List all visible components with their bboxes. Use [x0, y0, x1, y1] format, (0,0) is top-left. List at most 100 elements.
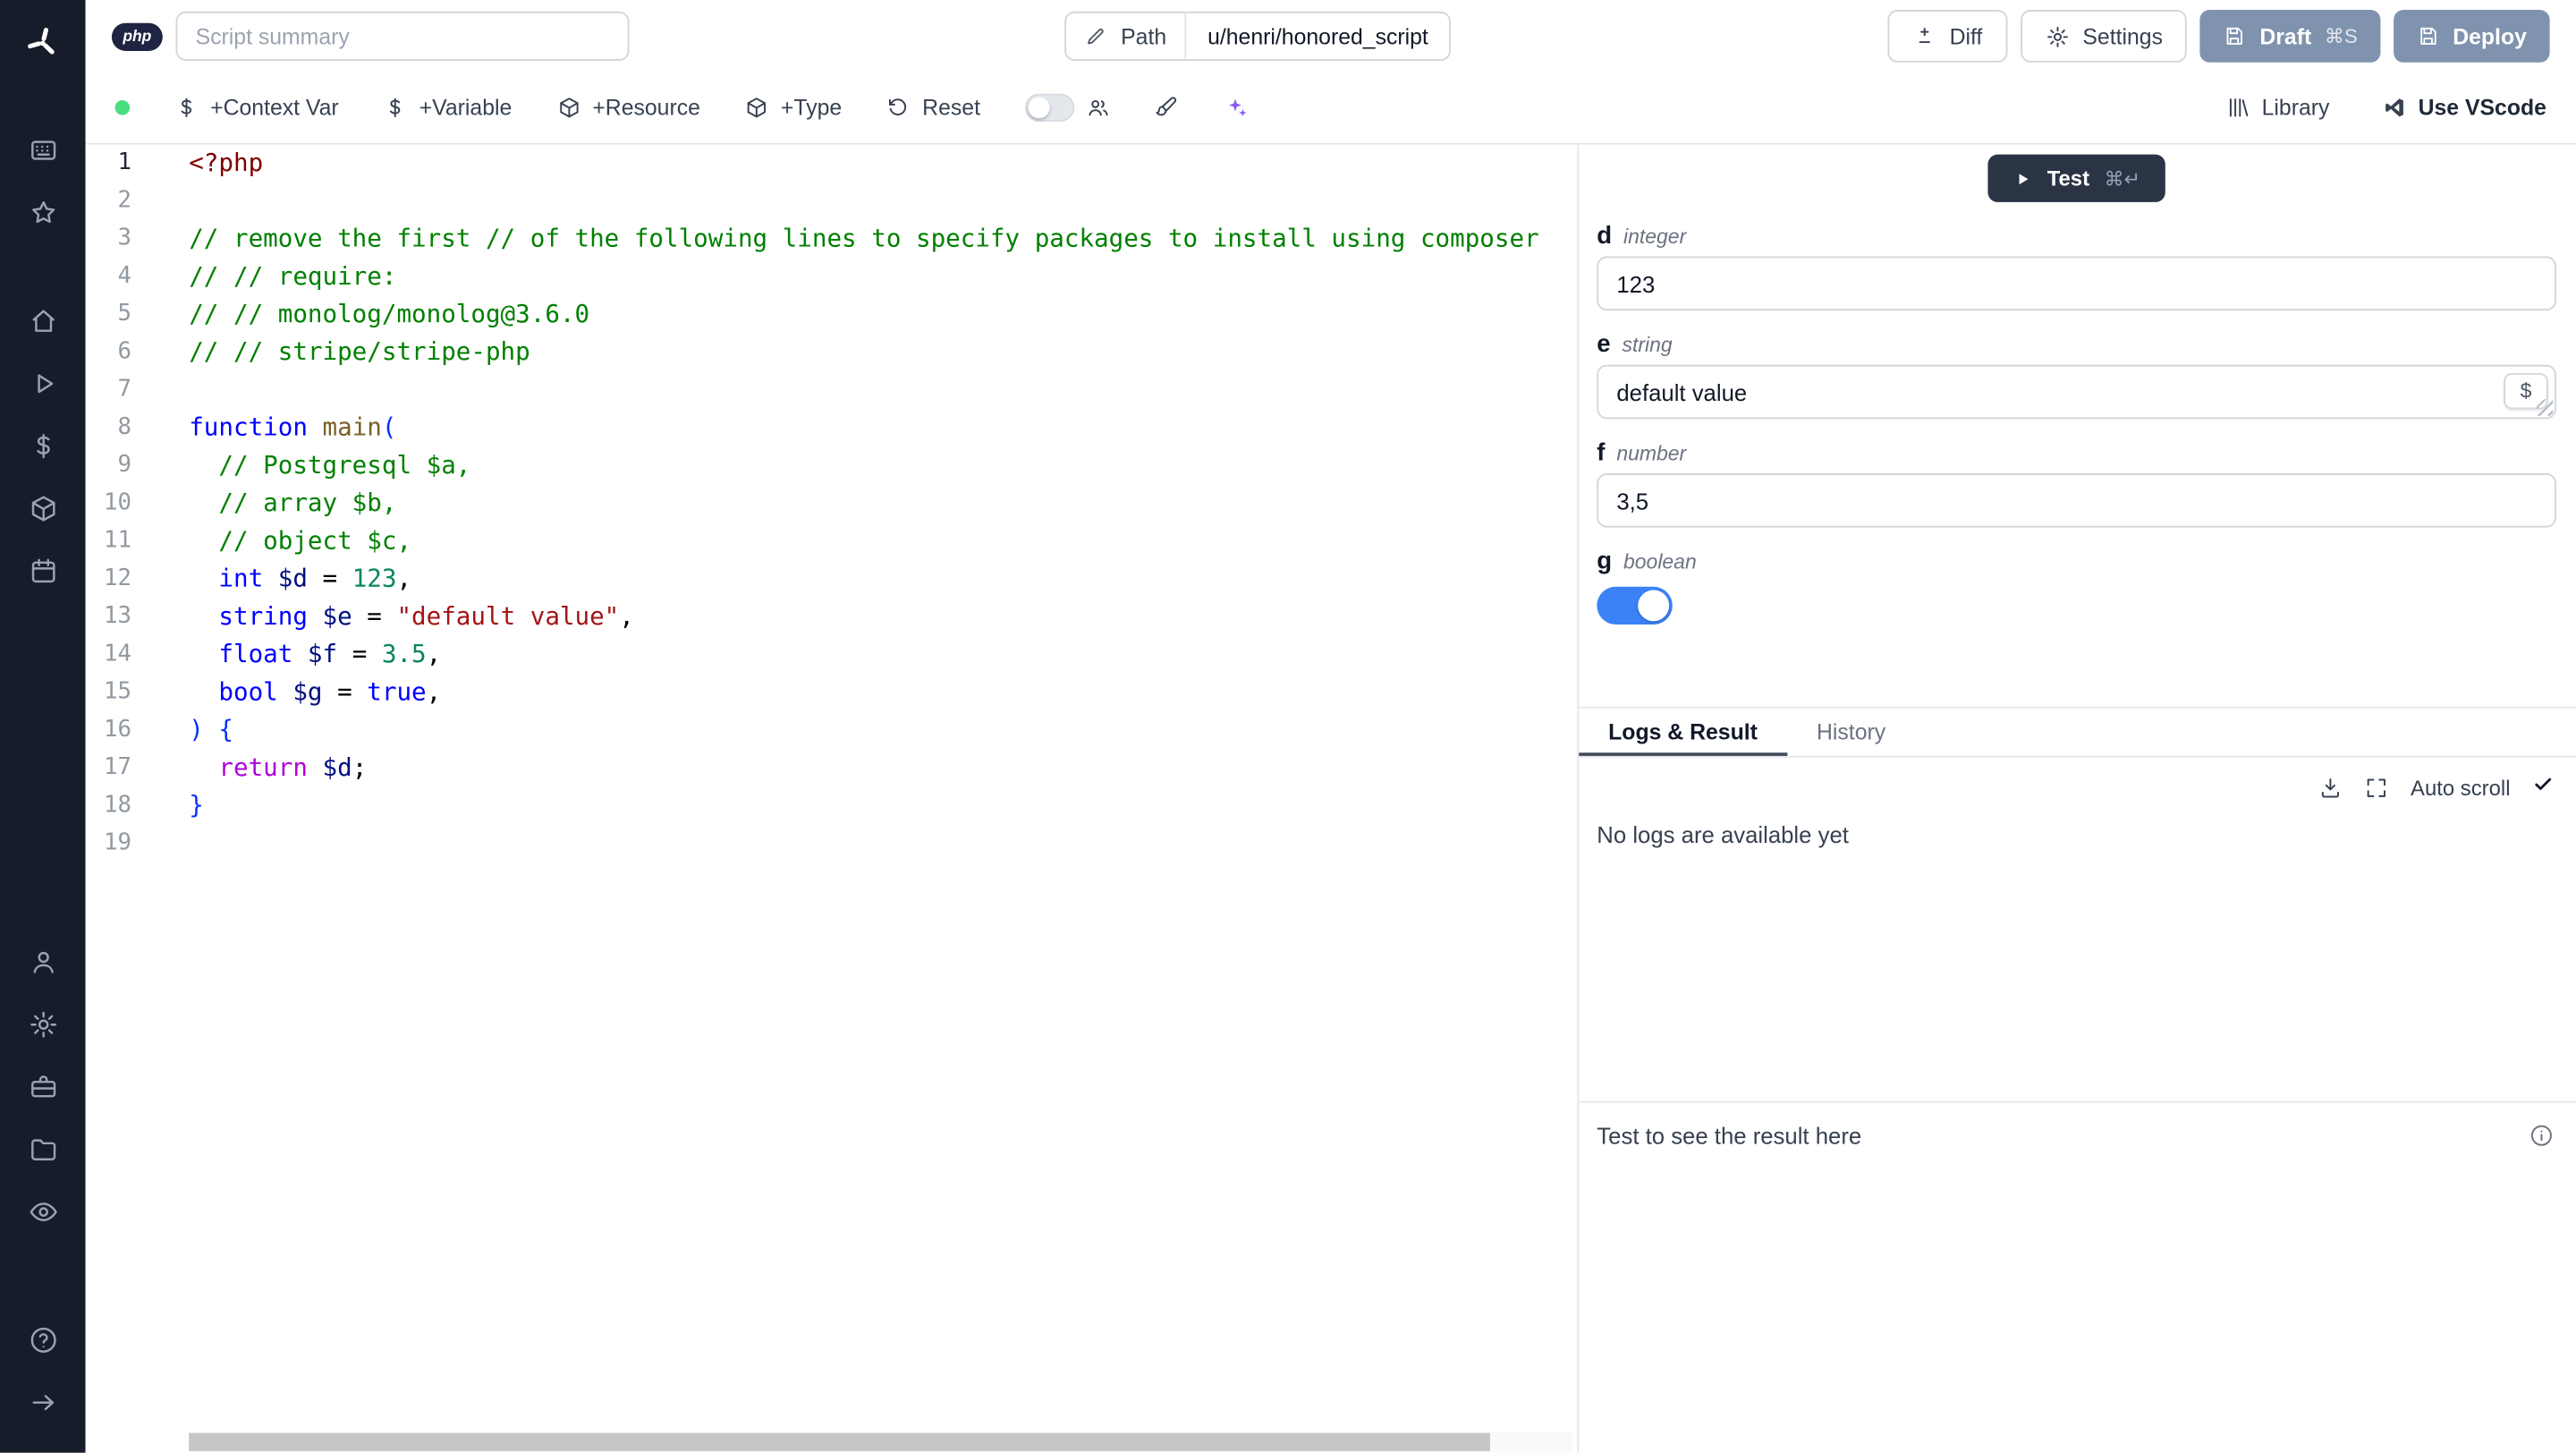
gear-icon	[30, 1010, 56, 1037]
field-input-d[interactable]	[1597, 256, 2556, 311]
code-line[interactable]	[189, 825, 1577, 862]
library-button[interactable]: Library	[2225, 96, 2329, 120]
multiplayer-toggle[interactable]	[1024, 93, 1074, 122]
code-token: string	[218, 601, 308, 632]
add-type-button[interactable]: +Type	[745, 96, 842, 120]
field-input-f[interactable]	[1597, 472, 2556, 528]
add-resource-button[interactable]: +Resource	[556, 96, 700, 120]
add-context-var-button[interactable]: +Context Var	[174, 96, 339, 120]
download-icon[interactable]	[2318, 776, 2343, 801]
briefcase-icon	[30, 1075, 55, 1097]
code-token: =	[307, 564, 352, 594]
ai-assistant-button[interactable]	[1224, 96, 1249, 121]
tab-logs-result[interactable]: Logs & Result	[1579, 709, 1787, 756]
sidebar-item-help[interactable]	[10, 1308, 75, 1371]
tab-history[interactable]: History	[1787, 709, 1915, 756]
summary-input[interactable]	[175, 11, 630, 61]
sidebar-item-workspace[interactable]	[10, 118, 75, 181]
field-type: boolean	[1623, 550, 1697, 574]
code-line[interactable]: return $d;	[189, 750, 1577, 787]
field-name: f	[1597, 438, 1606, 467]
code-token: $d	[277, 564, 308, 594]
language-status-dot	[114, 100, 131, 115]
line-number: 18	[103, 792, 131, 819]
line-number: 19	[103, 829, 131, 856]
auto-scroll-checkbox[interactable]	[2531, 772, 2555, 803]
format-code-button[interactable]	[1155, 96, 1180, 121]
users-icon	[1088, 99, 1108, 116]
code-token: $e	[322, 601, 352, 632]
code-token: =	[352, 601, 397, 632]
code-editor[interactable]: 1 2 3 4 5 6 7 8 9 10 11 12 13 14 15 16 17 18 19 <?php// re…	[85, 144, 1580, 1453]
dollar-icon	[390, 98, 401, 118]
code-token: }	[189, 790, 204, 820]
code-line[interactable]: // Postgresql $a,	[189, 447, 1577, 485]
code-token: ,	[396, 564, 412, 594]
auto-scroll-label[interactable]: Auto scroll	[2411, 776, 2510, 801]
sidebar-item-schedules[interactable]	[10, 539, 75, 601]
code-line[interactable]: <?php	[189, 145, 1577, 183]
code-line[interactable]: function main(	[189, 409, 1577, 446]
result-section: Test to see the result here	[1579, 1100, 2576, 1453]
sidebar-item-settings[interactable]	[10, 992, 75, 1055]
code-token: $f	[307, 639, 338, 669]
code-token: ;	[352, 752, 368, 783]
deploy-button[interactable]: Deploy	[2394, 10, 2550, 63]
sidebar-item-home[interactable]	[10, 289, 75, 352]
boolean-toggle[interactable]	[1597, 586, 1673, 625]
code-line[interactable]	[189, 183, 1577, 220]
draft-button[interactable]: Draft ⌘S	[2200, 10, 2381, 63]
line-number: 1	[117, 149, 131, 176]
code-line[interactable]: // object $c,	[189, 523, 1577, 560]
reset-button[interactable]: Reset	[886, 96, 980, 120]
code-line[interactable]: int $d = 123,	[189, 560, 1577, 598]
windmill-logo[interactable]	[25, 20, 61, 65]
code-token: // object $c,	[218, 525, 412, 556]
sidebar-collapse-button[interactable]	[10, 1371, 75, 1433]
add-variable-button[interactable]: +Variable	[383, 95, 513, 121]
code-line[interactable]: // // stripe/stripe-php	[189, 334, 1577, 371]
sidebar-item-workers[interactable]	[10, 1055, 75, 1117]
expand-icon[interactable]	[2365, 776, 2390, 801]
settings-button-label: Settings	[2082, 23, 2163, 49]
code-line[interactable]: float $f = 3.5,	[189, 636, 1577, 674]
workspace-icon	[30, 140, 55, 159]
horizontal-scrollbar[interactable]	[189, 1432, 1490, 1451]
code-line[interactable]: ) {	[189, 711, 1577, 749]
sidebar-item-resources[interactable]	[10, 477, 75, 540]
line-number: 9	[117, 452, 131, 479]
diff-button[interactable]: Diff	[1886, 10, 2007, 63]
arrow-right-icon	[31, 1394, 54, 1410]
sidebar-item-variables[interactable]	[10, 414, 75, 477]
code-line[interactable]: string $e = "default value",	[189, 599, 1577, 636]
field-type: integer	[1623, 225, 1687, 249]
library-icon	[2229, 98, 2248, 117]
use-vscode-button[interactable]: Use VScode	[2382, 96, 2546, 120]
sidebar-item-folders[interactable]	[10, 1117, 75, 1180]
info-icon[interactable]	[2529, 1122, 2555, 1153]
path-value[interactable]: u/henri/honored_script	[1186, 24, 1450, 49]
code-lines[interactable]: <?php // remove the first // of the follo…	[131, 145, 1577, 1453]
sidebar-item-runs[interactable]	[10, 352, 75, 414]
code-line[interactable]: // remove the first // of the following …	[189, 220, 1577, 258]
code-line[interactable]: bool $g = true,	[189, 674, 1577, 711]
code-line[interactable]: // // require:	[189, 258, 1577, 295]
line-number: 5	[117, 301, 131, 327]
sidebar-item-user[interactable]	[10, 930, 75, 993]
path-label: Path	[1121, 23, 1167, 49]
settings-button[interactable]: Settings	[2020, 10, 2188, 63]
test-button-label: Test	[2046, 166, 2090, 191]
code-line[interactable]: }	[189, 787, 1577, 825]
sidebar-item-audit[interactable]	[10, 1180, 75, 1243]
resize-grip[interactable]	[2536, 399, 2554, 416]
test-button[interactable]: Test ⌘↵	[1987, 154, 2165, 202]
code-line[interactable]: // array $b,	[189, 485, 1577, 523]
diff-icon	[1918, 27, 1930, 43]
code-line[interactable]: // // monolog/monolog@3.6.0	[189, 296, 1577, 334]
sidebar-item-favorites[interactable]	[10, 181, 75, 243]
add-variable-label: +Variable	[419, 95, 513, 121]
edit-path-button[interactable]: Path	[1067, 13, 1187, 60]
field-input-e[interactable]	[1597, 364, 2556, 420]
code-line[interactable]	[189, 371, 1577, 409]
